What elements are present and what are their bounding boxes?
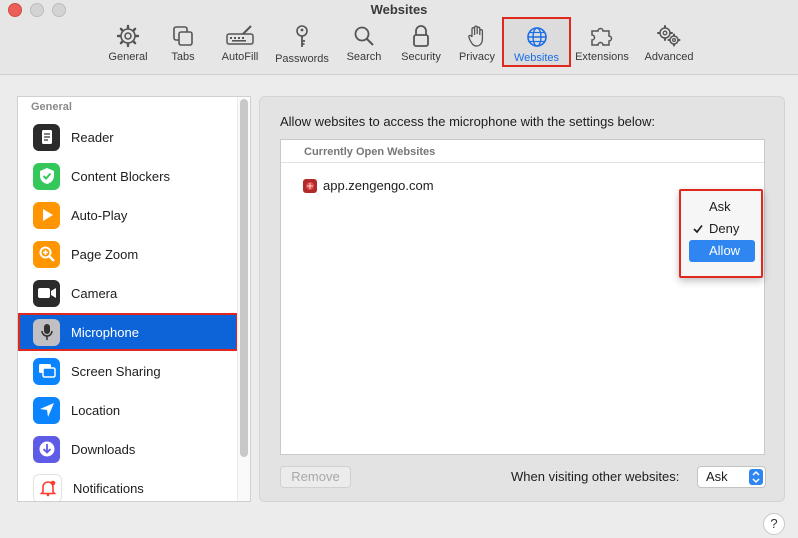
menu-item-ask[interactable]: Ask — [689, 196, 755, 218]
toolbar-advanced[interactable]: Advanced — [640, 20, 698, 70]
toolbar-websites-label: Websites — [513, 52, 560, 64]
toolbar-passwords-label: Passwords — [275, 53, 329, 65]
toolbar-extensions[interactable]: Extensions — [572, 20, 632, 70]
menu-item-allow[interactable]: Allow — [689, 240, 755, 262]
help-button[interactable]: ? — [763, 513, 785, 535]
sidebar-item-label: Notifications — [73, 480, 144, 496]
sidebar-scrollbar[interactable] — [240, 99, 248, 457]
sidebar-item-camera[interactable]: Camera — [18, 274, 236, 312]
chevron-updown-icon — [749, 469, 763, 485]
toolbar-search[interactable]: Search — [340, 20, 388, 70]
sidebar-item-location[interactable]: Location — [18, 391, 236, 429]
menu-item-deny[interactable]: Deny — [689, 218, 755, 240]
toolbar-general-label: General — [108, 51, 148, 63]
toolbar-autofill[interactable]: AutoFill — [214, 20, 266, 70]
microphone-icon — [33, 318, 60, 346]
list-item[interactable]: app.zengengo.com — [303, 178, 434, 193]
panel-description: Allow websites to access the microphone … — [280, 114, 656, 129]
other-websites-label: When visiting other websites: — [511, 469, 680, 484]
reader-icon — [33, 123, 60, 151]
gear-icon — [116, 24, 140, 48]
tabs-icon — [173, 26, 193, 46]
sidebar-header: General — [31, 101, 72, 113]
select-value: Ask — [706, 469, 728, 484]
sidebar-item-notifications[interactable]: Notifications — [18, 469, 236, 501]
toolbar-websites[interactable]: Websites — [502, 17, 571, 67]
sidebar-item-label: Screen Sharing — [71, 363, 161, 379]
sidebar: General Reader Content Blockers Auto-Pla… — [17, 96, 251, 502]
toolbar-tabs-label: Tabs — [171, 51, 195, 63]
list-header-label: Currently Open Websites — [304, 146, 436, 158]
websites-list: Currently Open Websites app.zengengo.com… — [280, 139, 765, 455]
other-websites-select[interactable]: Ask — [697, 466, 766, 488]
sidebar-item-label: Content Blockers — [71, 168, 170, 184]
toolbar-advanced-label: Advanced — [644, 51, 694, 63]
microphone-settings-panel: Allow websites to access the microphone … — [259, 96, 785, 502]
camera-icon — [33, 279, 60, 307]
toolbar-security-label: Security — [401, 51, 441, 63]
sidebar-item-label: Microphone — [71, 324, 139, 340]
lock-icon — [413, 25, 429, 47]
sidebar-item-label: Location — [71, 402, 121, 418]
toolbar-extensions-label: Extensions — [575, 51, 629, 63]
key-icon — [296, 25, 308, 47]
sidebar-item-content-blockers[interactable]: Content Blockers — [18, 157, 236, 195]
sidebar-item-auto-play[interactable]: Auto-Play — [18, 196, 236, 234]
gears-icon — [657, 25, 681, 47]
menu-item-label: Allow — [709, 243, 741, 258]
toolbar-privacy-label: Privacy — [458, 51, 496, 63]
bell-icon — [33, 473, 62, 501]
menu-item-label: Ask — [709, 199, 731, 214]
window-title: Websites — [370, 2, 428, 17]
toolbar-passwords[interactable]: Passwords — [272, 20, 332, 70]
puzzle-icon — [591, 27, 613, 46]
location-arrow-icon — [33, 396, 60, 424]
zoom-icon — [33, 240, 60, 268]
shield-check-icon — [33, 162, 60, 190]
globe-icon — [526, 27, 547, 47]
toolbar-privacy[interactable]: Privacy — [454, 20, 500, 70]
pencil-keyboard-icon — [226, 25, 254, 45]
sidebar-item-screen-sharing[interactable]: Screen Sharing — [18, 352, 236, 390]
hand-icon — [468, 25, 484, 47]
download-icon — [33, 435, 60, 463]
sidebar-item-label: Reader — [71, 129, 114, 145]
sidebar-item-label: Auto-Play — [71, 207, 128, 223]
sidebar-item-downloads[interactable]: Downloads — [18, 430, 236, 468]
list-header: Currently Open Websites — [281, 140, 764, 163]
title-bar: Websites General Tabs AutoFill Passwords… — [0, 0, 798, 75]
permission-dropdown-menu: Ask Deny Allow — [679, 189, 763, 278]
screen-sharing-icon — [33, 357, 60, 385]
sidebar-item-page-zoom[interactable]: Page Zoom — [18, 235, 236, 273]
menu-item-label: Deny — [709, 221, 740, 236]
toolbar-general[interactable]: General — [102, 20, 154, 70]
checkmark-icon — [693, 218, 705, 241]
remove-button[interactable]: Remove — [280, 466, 351, 488]
sidebar-item-label: Downloads — [71, 441, 136, 457]
toolbar-search-label: Search — [346, 51, 382, 63]
search-icon — [354, 26, 374, 46]
toolbar-security[interactable]: Security — [394, 20, 448, 70]
sidebar-item-microphone[interactable]: Microphone — [18, 313, 238, 351]
toolbar-autofill-label: AutoFill — [221, 51, 259, 63]
play-icon — [33, 201, 60, 229]
website-domain: app.zengengo.com — [323, 178, 434, 193]
toolbar-tabs[interactable]: Tabs — [162, 20, 204, 70]
sidebar-item-label: Camera — [71, 285, 118, 301]
sidebar-item-label: Page Zoom — [71, 246, 139, 262]
sidebar-item-reader[interactable]: Reader — [18, 118, 236, 156]
site-favicon-icon — [303, 178, 317, 193]
